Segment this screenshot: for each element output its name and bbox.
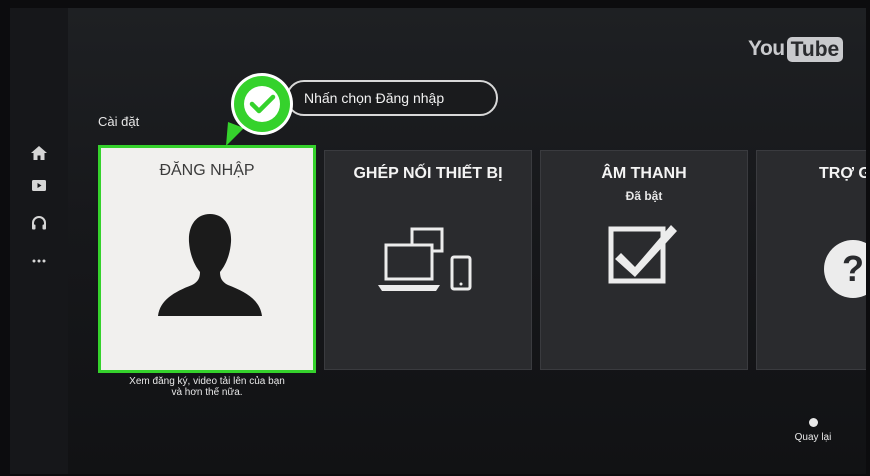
tile-title: TRỢ G xyxy=(819,165,866,182)
logo-tube: Tube xyxy=(786,36,844,62)
caption-line-1: Xem đăng ký, video tải lên của bạn xyxy=(129,376,285,387)
section-title: Cài đặt xyxy=(98,114,140,129)
headphones-icon[interactable] xyxy=(30,214,48,232)
checkbox-checked-icon xyxy=(608,225,677,284)
help-tile[interactable]: TRỢ G ? xyxy=(756,150,866,370)
logo-you: You xyxy=(748,37,785,60)
tile-title: GHÉP NỐI THIẾT BỊ xyxy=(353,165,503,182)
tile-subtitle: Đã bật xyxy=(625,189,663,203)
hint-text: Nhấn chọn Đăng nhập xyxy=(304,90,445,106)
tile-title: ÂM THANH xyxy=(601,165,687,182)
youtube-logo: You Tube xyxy=(748,36,844,62)
sign-in-tile[interactable]: ĐĂNG NHẬP xyxy=(98,145,316,373)
svg-text:?: ? xyxy=(842,248,864,289)
back-label: Quay lại xyxy=(794,432,832,443)
hint-callout: Nhấn chọn Đăng nhập xyxy=(286,80,498,116)
tile-title: ĐĂNG NHẬP xyxy=(159,162,255,179)
check-pin-icon xyxy=(226,73,293,146)
more-icon[interactable] xyxy=(30,252,48,270)
sign-in-caption: Xem đăng ký, video tải lên của bạn và hơ… xyxy=(98,376,316,398)
help-icon: ? xyxy=(824,240,866,298)
devices-icon xyxy=(378,227,472,291)
subscriptions-icon[interactable] xyxy=(30,176,48,194)
back-hint[interactable]: Quay lại xyxy=(782,418,844,443)
sound-tile[interactable]: ÂM THANH Đã bật xyxy=(540,150,748,370)
sidebar xyxy=(10,8,68,474)
caption-line-2: và hơn thế nữa. xyxy=(171,387,243,398)
user-silhouette-icon xyxy=(158,214,262,316)
back-button-icon xyxy=(808,418,818,427)
home-icon[interactable] xyxy=(30,144,48,162)
tv-screen: You Tube Cài đặt ĐĂNG NHẬP Xem đăng ký, … xyxy=(10,8,866,474)
pair-device-tile[interactable]: GHÉP NỐI THIẾT BỊ xyxy=(324,150,532,370)
